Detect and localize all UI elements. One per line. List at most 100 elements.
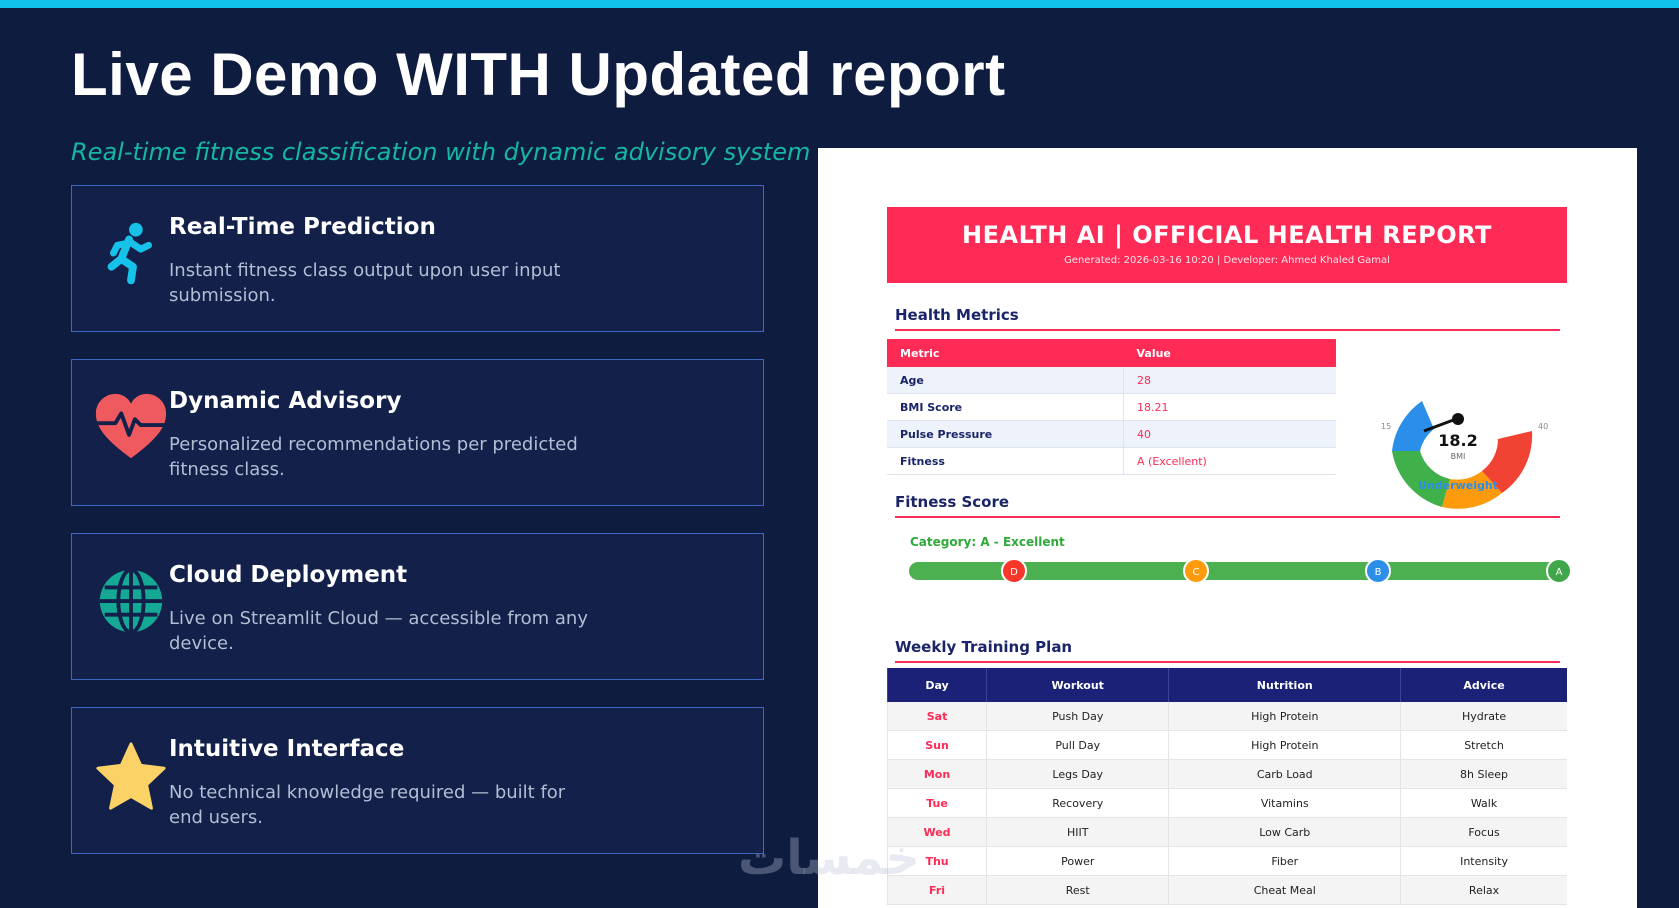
table-row: BMI Score 18.21 [887,393,1336,421]
gauge-unit: BMI [1451,452,1466,461]
fitness-scale: D C B A [909,558,1572,584]
col-advice: Advice [1400,668,1567,702]
health-report-preview: HEALTH AI | OFFICIAL HEALTH REPORT Gener… [818,148,1637,908]
report-header: HEALTH AI | OFFICIAL HEALTH REPORT Gener… [887,207,1567,283]
grade-label: B [1375,567,1382,578]
heartbeat-icon [92,390,170,468]
metric-name: BMI Score [887,393,1124,421]
plan-nutrition: Vitamins [1168,788,1401,818]
running-person-icon [92,216,170,294]
plan-divider [895,661,1560,663]
plan-workout: Rest [986,875,1169,905]
grade-marker-c: C [1183,558,1209,584]
plan-nutrition: Low Carb [1168,817,1401,847]
fitness-divider [895,516,1560,518]
globe-icon [92,564,170,642]
gauge-hub [1452,413,1464,425]
metric-value: 18.21 [1123,393,1336,421]
metric-value: 40 [1123,420,1336,448]
table-row: Fitness A (Excellent) [887,447,1336,475]
table-row: Fri Rest Cheat Meal Relax [886,875,1567,905]
col-value: Value [1123,339,1336,367]
table-row: Sun Pull Day High Protein Stretch [886,730,1567,760]
grade-label: A [1556,567,1563,578]
card-title: Intuitive Interface [169,736,405,762]
plan-advice: Walk [1400,788,1567,818]
table-row: Age 28 [887,367,1336,394]
plan-nutrition: Fiber [1168,846,1401,876]
col-day: Day [886,668,987,702]
plan-day: Mon [886,759,987,789]
plan-workout: Power [986,846,1169,876]
grade-label: D [1010,567,1018,578]
plan-workout: HIIT [986,817,1169,847]
gauge-value: 18.2 [1438,431,1477,450]
card-description: Live on Streamlit Cloud — accessible fro… [169,608,588,654]
plan-advice: 8h Sleep [1400,759,1567,789]
metric-name: Pulse Pressure [887,420,1124,448]
slide-title: Live Demo WITH Updated report [71,41,1006,108]
metric-name: Fitness [887,447,1124,475]
grade-marker-b: B [1365,558,1391,584]
plan-nutrition: High Protein [1168,702,1401,731]
star-icon [92,738,170,816]
card-title: Cloud Deployment [169,562,408,588]
col-metric: Metric [887,339,1124,367]
plan-heading: Weekly Training Plan [895,638,1073,656]
gauge-segment-underweight [1392,401,1434,451]
grade-label: C [1193,567,1200,578]
report-generated-info: Generated: 2026-03-16 10:20 | Developer:… [1064,255,1390,266]
col-nutrition: Nutrition [1168,668,1401,702]
feature-card-cloud: Cloud Deployment Live on Streamlit Cloud… [71,533,764,680]
plan-advice: Stretch [1400,730,1567,760]
grade-marker-a: A [1546,558,1572,584]
plan-workout: Pull Day [986,730,1169,760]
plan-workout: Recovery [986,788,1169,818]
metrics-heading: Health Metrics [895,306,1019,324]
gauge-status: Underweight [1418,479,1498,492]
table-row: Thu Power Fiber Intensity [886,846,1567,876]
table-header-row: Day Workout Nutrition Advice [886,668,1567,702]
table-row: Mon Legs Day Carb Load 8h Sleep [886,759,1567,789]
plan-nutrition: Cheat Meal [1168,875,1401,905]
plan-advice: Relax [1400,875,1567,905]
plan-advice: Hydrate [1400,702,1567,731]
fitness-category: Category: A - Excellent [910,535,1065,549]
fitness-heading: Fitness Score [895,493,1010,511]
plan-day: Sun [886,730,987,760]
metric-name: Age [887,367,1124,394]
feature-card-advisory: Dynamic Advisory Personalized recommenda… [71,359,764,506]
plan-workout: Push Day [986,702,1169,731]
metrics-divider [895,329,1560,331]
health-metrics-table: Metric Value Age 28 BMI Score 18.21 Pulse … [887,339,1336,475]
table-row: Tue Recovery Vitamins Walk [886,788,1567,818]
plan-advice: Intensity [1400,846,1567,876]
gauge-min-label: 15 [1381,422,1391,431]
table-row: Wed HIIT Low Carb Focus [886,817,1567,847]
metric-value: A (Excellent) [1123,447,1336,475]
weekly-plan-table: Day Workout Nutrition Advice Sat Push Day… [886,668,1567,905]
card-title: Dynamic Advisory [169,388,402,414]
plan-nutrition: High Protein [1168,730,1401,760]
feature-card-interface: Intuitive Interface No technical knowled… [71,707,764,854]
grade-marker-d: D [1001,558,1027,584]
card-description: No technical knowledge required — built … [169,782,566,828]
card-description: Instant fitness class output upon user i… [169,260,561,306]
col-workout: Workout [986,668,1169,702]
table-row: Pulse Pressure 40 [887,420,1336,448]
gauge-max-label: 40 [1538,422,1548,431]
plan-day: Sat [886,702,987,731]
slide-subtitle: Real-time fitness classification with dy… [71,138,811,166]
report-title: HEALTH AI | OFFICIAL HEALTH REPORT [962,221,1492,249]
table-header-row: Metric Value [887,339,1336,367]
metric-value: 28 [1123,367,1336,394]
plan-advice: Focus [1400,817,1567,847]
plan-day: Tue [886,788,987,818]
top-accent-bar [0,0,1679,8]
watermark-logo: خمسات [738,830,920,886]
plan-nutrition: Carb Load [1168,759,1401,789]
bmi-gauge: 15 40 18.2 BMI Underweight [1381,401,1548,509]
card-description: Personalized recommendations per predict… [169,434,578,480]
card-title: Real-Time Prediction [169,214,436,240]
feature-card-realtime: Real-Time Prediction Instant fitness cla… [71,185,764,332]
